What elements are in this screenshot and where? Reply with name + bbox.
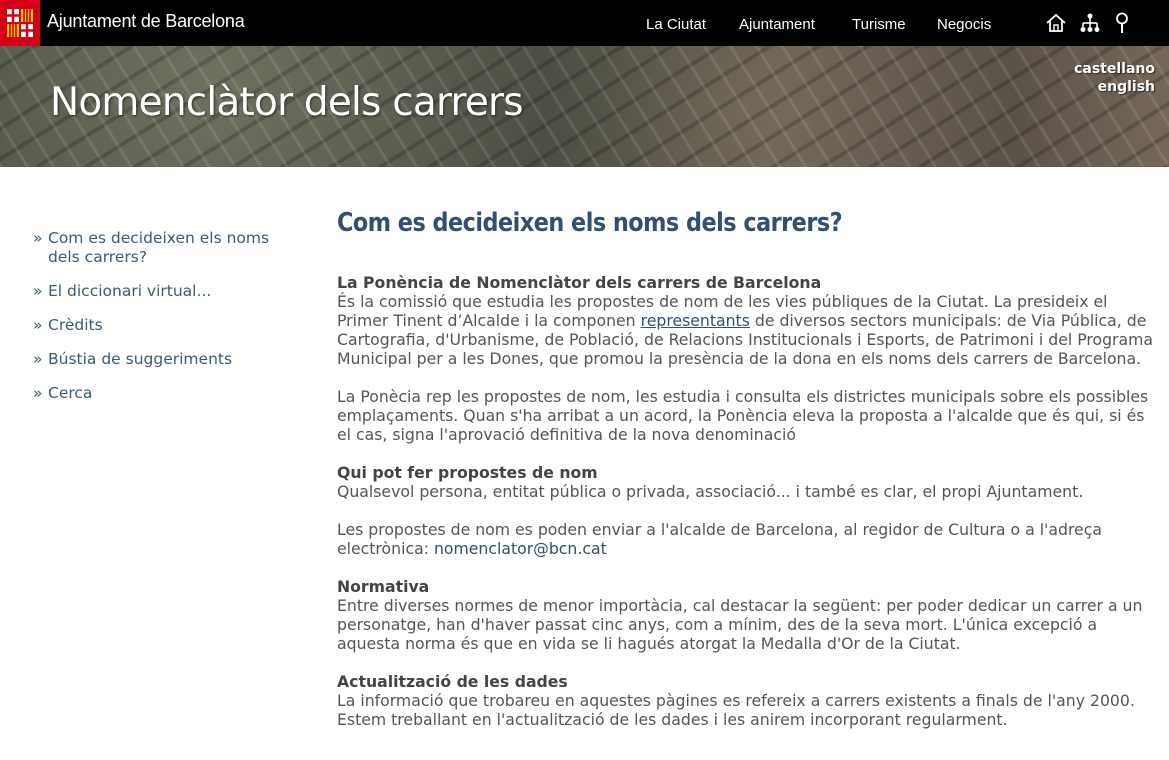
top-bar: Ajuntament de Barcelona La Ciutat Ajunta… xyxy=(0,0,1169,46)
section-ponencia: La Ponència de Nomenclàtor dels carrers … xyxy=(337,273,1157,444)
paragraph: És la comissió que estudia les propostes… xyxy=(337,292,1157,368)
section-heading: Qui pot fer propostes de nom xyxy=(337,463,598,482)
nav-negocis[interactable]: Negocis xyxy=(937,16,991,33)
chevron-right-icon: » xyxy=(33,229,43,247)
barcelona-logo[interactable] xyxy=(0,0,40,46)
banner-title: Nomenclàtor dels carrers xyxy=(50,80,524,125)
nav-turisme[interactable]: Turisme xyxy=(852,16,906,33)
search-icon[interactable] xyxy=(1111,12,1133,34)
nav-la-ciutat[interactable]: La Ciutat xyxy=(646,16,706,33)
page-title: Com es decideixen els noms dels carrers? xyxy=(337,208,843,238)
email-link[interactable]: nomenclator@bcn.cat xyxy=(434,539,607,558)
section-heading: Actualització de les dades xyxy=(337,672,568,691)
lang-castellano-link[interactable]: castellano xyxy=(1074,61,1155,77)
sidebar-item-diccionari[interactable]: » El diccionari virtual... xyxy=(33,282,273,301)
sidebar-item-com-es-decideixen[interactable]: » Com es decideixen els noms dels carrer… xyxy=(33,229,273,267)
section-normativa: Normativa Entre diverses normes de menor… xyxy=(337,577,1157,653)
sitemap-icon[interactable] xyxy=(1079,12,1101,34)
sidebar-item-label: Crèdits xyxy=(48,316,103,334)
sidebar-item-credits[interactable]: » Crèdits xyxy=(33,316,273,335)
sidebar-item-label: Bústia de suggeriments xyxy=(48,350,233,368)
home-icon[interactable] xyxy=(1045,12,1067,34)
chevron-right-icon: » xyxy=(33,384,43,402)
section-qui-pot: Qui pot fer propostes de nom Qualsevol p… xyxy=(337,463,1157,558)
sidebar-item-bustia[interactable]: » Bústia de suggeriments xyxy=(33,350,273,369)
paragraph: Les propostes de nom es poden enviar a l… xyxy=(337,520,1157,558)
shield-icon xyxy=(7,9,33,37)
site-name[interactable]: Ajuntament de Barcelona xyxy=(47,11,245,32)
sidebar-nav: » Com es decideixen els noms dels carrer… xyxy=(33,229,273,418)
section-heading: Normativa xyxy=(337,577,430,596)
main-content: Com es decideixen els noms dels carrers?… xyxy=(337,208,1157,748)
header-banner: Nomenclàtor dels carrers castellano engl… xyxy=(0,46,1169,167)
nav-ajuntament[interactable]: Ajuntament xyxy=(739,16,815,33)
section-heading: La Ponència de Nomenclàtor dels carrers … xyxy=(337,273,822,292)
section-actualitzacio: Actualització de les dades La informació… xyxy=(337,672,1157,729)
sidebar-item-label: Com es decideixen els noms dels carrers? xyxy=(48,229,270,266)
chevron-right-icon: » xyxy=(33,282,43,300)
paragraph: La Ponècia rep les propostes de nom, les… xyxy=(337,387,1149,444)
sidebar-item-label: El diccionari virtual... xyxy=(48,282,212,300)
paragraph: La informació que trobareu en aquestes p… xyxy=(337,691,1135,729)
chevron-right-icon: » xyxy=(33,350,43,368)
chevron-right-icon: » xyxy=(33,316,43,334)
sidebar-item-label: Cerca xyxy=(48,384,93,402)
paragraph: Entre diverses normes de menor importàci… xyxy=(337,596,1143,653)
sidebar-item-cerca[interactable]: » Cerca xyxy=(33,384,273,403)
paragraph: Qualsevol persona, entitat pública o pri… xyxy=(337,482,1084,501)
representants-link[interactable]: representants xyxy=(641,311,750,330)
lang-english-link[interactable]: english xyxy=(1098,79,1155,95)
